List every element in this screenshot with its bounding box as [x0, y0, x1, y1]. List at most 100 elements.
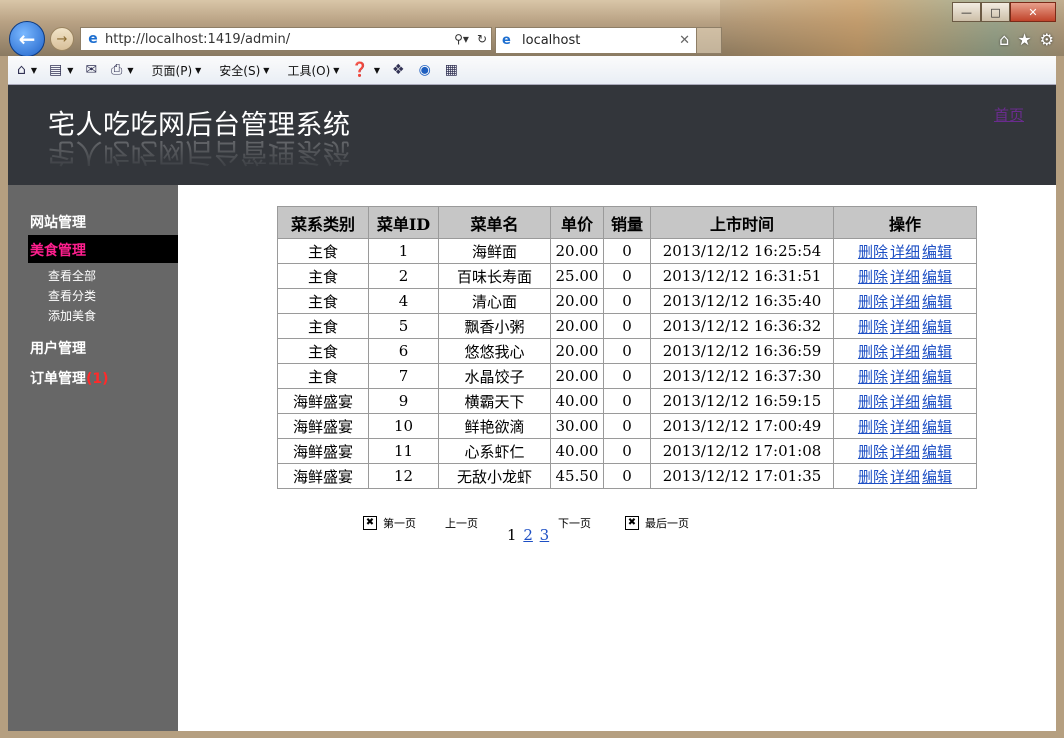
sidebar-subitem-add-food[interactable]: 添加美食	[48, 307, 96, 324]
home-link[interactable]: 首页	[994, 104, 1024, 125]
sidebar: 网站管理 美食管理 查看全部 查看分类 添加美食 用户管理 订单管理(1)	[8, 185, 178, 731]
close-window-button[interactable]: ✕	[1010, 2, 1056, 22]
sidebar-subitem-view-categories[interactable]: 查看分类	[48, 287, 96, 304]
delete-link[interactable]: 删除	[858, 343, 888, 361]
detail-link[interactable]: 详细	[890, 393, 920, 411]
page-menu[interactable]: 页面(P) ▼	[149, 62, 205, 79]
table-cell: 0	[603, 338, 651, 364]
broken-image-icon: ✖	[363, 516, 377, 530]
detail-link[interactable]: 详细	[890, 318, 920, 336]
home-command[interactable]: ⌂ ▼	[14, 62, 40, 78]
column-header: 菜系类别	[277, 206, 369, 239]
sidebar-item-user-management[interactable]: 用户管理	[30, 338, 86, 358]
edit-link[interactable]: 编辑	[922, 343, 952, 361]
dropdown-arrow-icon: ▼	[373, 65, 380, 75]
home-icon[interactable]: ⌂	[999, 30, 1009, 49]
print-command[interactable]: ⎙ ▼	[108, 62, 136, 78]
maximize-button[interactable]: □	[981, 2, 1010, 22]
delete-link[interactable]: 删除	[858, 268, 888, 286]
detail-link[interactable]: 详细	[890, 268, 920, 286]
messenger-command[interactable]: ◉	[416, 62, 436, 78]
delete-link[interactable]: 删除	[858, 443, 888, 461]
table-cell: 20.00	[550, 238, 604, 264]
edit-link[interactable]: 编辑	[922, 268, 952, 286]
column-header: 菜单名	[438, 206, 551, 239]
delete-link[interactable]: 删除	[858, 368, 888, 386]
page-link-2[interactable]: 2	[523, 526, 533, 544]
extension-command[interactable]: ▦	[442, 62, 463, 78]
table-cell: 1	[368, 238, 439, 264]
first-page-button[interactable]: ✖ 第一页	[363, 515, 416, 531]
table-cell: 2013/12/12 16:59:15	[650, 388, 834, 414]
detail-link[interactable]: 详细	[890, 343, 920, 361]
favorites-star-icon[interactable]: ★	[1017, 30, 1031, 49]
table-cell: 飘香小粥	[438, 313, 551, 339]
detail-link[interactable]: 详细	[890, 243, 920, 261]
table-cell: 40.00	[550, 388, 604, 414]
next-page-button[interactable]: 下一页	[558, 515, 591, 531]
table-cell: 12	[368, 463, 439, 489]
research-command[interactable]: ❖	[389, 62, 410, 78]
page-menu-label: 页面(P)	[151, 63, 193, 78]
table-cell: 主食	[277, 238, 369, 264]
table-cell: 6	[368, 338, 439, 364]
sidebar-item-site-management[interactable]: 网站管理	[30, 212, 86, 232]
delete-link[interactable]: 删除	[858, 393, 888, 411]
detail-link[interactable]: 详细	[890, 368, 920, 386]
minimize-button[interactable]: —	[952, 2, 981, 22]
delete-link[interactable]: 删除	[858, 418, 888, 436]
tools-menu[interactable]: 工具(O) ▼	[284, 62, 342, 79]
edit-link[interactable]: 编辑	[922, 468, 952, 486]
sidebar-item-order-management[interactable]: 订单管理(1)	[30, 368, 109, 388]
safety-menu[interactable]: 安全(S) ▼	[216, 62, 272, 79]
search-icon[interactable]: ⚲▾	[450, 32, 473, 46]
tab-close-icon[interactable]: ✕	[679, 33, 690, 48]
detail-link[interactable]: 详细	[890, 443, 920, 461]
sidebar-subitem-view-all[interactable]: 查看全部	[48, 267, 96, 284]
dropdown-arrow-icon: ▼	[67, 65, 74, 75]
edit-link[interactable]: 编辑	[922, 418, 952, 436]
last-page-button[interactable]: ✖ 最后一页	[625, 515, 689, 531]
safety-menu-label: 安全(S)	[219, 63, 261, 78]
prev-page-button[interactable]: 上一页	[445, 515, 478, 531]
edit-link[interactable]: 编辑	[922, 243, 952, 261]
edit-link[interactable]: 编辑	[922, 393, 952, 411]
refresh-icon[interactable]: ↻	[473, 32, 491, 46]
table-cell: 无敌小龙虾	[438, 463, 551, 489]
new-tab-button[interactable]	[696, 27, 722, 54]
table-row: 主食 2 百味长寿面 25.00 0 2013/12/12 16:31:51 删除 详细 编辑	[277, 263, 977, 289]
edit-link[interactable]: 编辑	[922, 293, 952, 311]
back-arrow-icon: ←	[18, 27, 36, 51]
table-cell: 5	[368, 313, 439, 339]
back-button[interactable]: ←	[9, 21, 45, 57]
edit-link[interactable]: 编辑	[922, 443, 952, 461]
address-url[interactable]: http://localhost:1419/admin/	[105, 32, 450, 47]
address-bar[interactable]: e http://localhost:1419/admin/ ⚲▾ ↻	[80, 27, 492, 51]
tab-ie-icon: e	[502, 33, 511, 48]
table-row: 海鲜盛宴 9 横霸天下 40.00 0 2013/12/12 16:59:15 删除 详细 编辑	[277, 388, 977, 414]
detail-link[interactable]: 详细	[890, 293, 920, 311]
forward-button[interactable]: →	[50, 27, 74, 51]
delete-link[interactable]: 删除	[858, 318, 888, 336]
delete-link[interactable]: 删除	[858, 293, 888, 311]
row-actions: 删除 详细 编辑	[833, 413, 977, 439]
edit-link[interactable]: 编辑	[922, 318, 952, 336]
edit-link[interactable]: 编辑	[922, 368, 952, 386]
page-link-3[interactable]: 3	[540, 526, 550, 544]
detail-link[interactable]: 详细	[890, 468, 920, 486]
table-cell: 7	[368, 363, 439, 389]
delete-link[interactable]: 删除	[858, 468, 888, 486]
home-cmd-icon: ⌂	[17, 62, 26, 78]
table-cell: 11	[368, 438, 439, 464]
delete-link[interactable]: 删除	[858, 243, 888, 261]
browser-right-icons: ⌂ ★ ⚙	[999, 30, 1054, 49]
settings-gear-icon[interactable]: ⚙	[1040, 30, 1054, 49]
sidebar-item-food-management[interactable]: 美食管理	[28, 235, 178, 263]
detail-link[interactable]: 详细	[890, 418, 920, 436]
prev-page-label: 上一页	[445, 517, 478, 530]
feeds-command[interactable]: ▤ ▼	[46, 62, 76, 78]
mail-command[interactable]: ✉	[82, 62, 102, 78]
broken-image-icon: ✖	[625, 516, 639, 530]
browser-tab[interactable]: e localhost ✕	[495, 27, 697, 53]
help-command[interactable]: ❓ ▼	[348, 62, 383, 78]
